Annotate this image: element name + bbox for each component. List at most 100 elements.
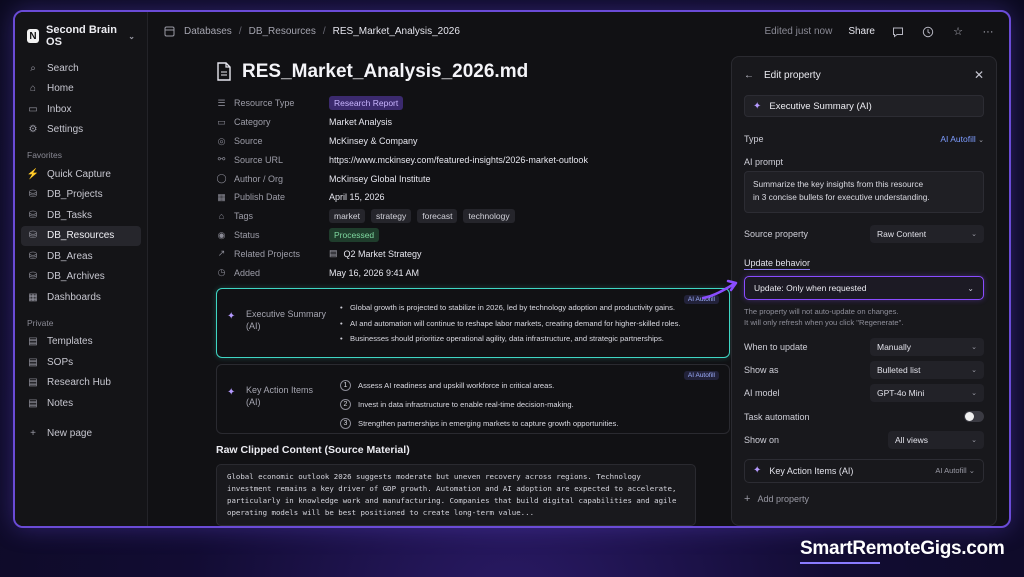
panel-title: Edit property xyxy=(764,69,821,81)
workspace-switcher[interactable]: N Second Brain OS ⌄ xyxy=(15,22,147,58)
sidebar-item-label: Notes xyxy=(47,397,74,409)
ai-model-select[interactable]: GPT-4o Mini ⌄ xyxy=(870,383,984,402)
private-label: Private xyxy=(27,317,54,328)
prop-category[interactable]: ▭ Category Market Analysis xyxy=(216,113,730,132)
sidebar-item-db-archives[interactable]: ⛁ DB_Archives xyxy=(15,267,147,288)
breadcrumb: Databases / DB_Resources / RES_Market_An… xyxy=(162,25,460,39)
breadcrumb-databases[interactable]: Databases xyxy=(184,26,232,37)
share-button[interactable]: Share xyxy=(848,26,875,37)
prop-publish-date[interactable]: ▦ Publish Date April 15, 2026 xyxy=(216,188,730,207)
sidebar-item-research-hub[interactable]: ▤ Research Hub xyxy=(15,373,147,394)
sidebar-item-db-tasks[interactable]: ⛁ DB_Tasks xyxy=(15,205,147,226)
prop-author[interactable]: ◯ Author / Org McKinsey Global Institute xyxy=(216,169,730,188)
exec-summary-label: Executive Summary (AI) xyxy=(246,309,327,332)
prop-added[interactable]: ◷ Added May 16, 2026 9:41 AM xyxy=(216,263,730,282)
sidebar-item-db-projects[interactable]: ⛁ DB_Projects xyxy=(15,185,147,206)
workspace-name: Second Brain OS xyxy=(46,24,117,48)
prop-label: Author / Org xyxy=(234,173,284,184)
chevron-down-icon: ⌄ xyxy=(967,283,974,293)
source-url-link[interactable]: https://www.mckinsey.com/featured-insigh… xyxy=(329,155,588,165)
chevron-down-icon: ⌄ xyxy=(128,31,135,41)
raw-line: operating models will be best positioned… xyxy=(227,508,535,518)
ai-model-row: AI model GPT-4o Mini ⌄ xyxy=(744,383,984,402)
dashboard-icon: ▦ xyxy=(28,291,38,303)
prop-label: Status xyxy=(234,230,260,241)
sparkle-icon: ✦ xyxy=(753,100,762,112)
prop-source[interactable]: ◎ Source McKinsey & Company xyxy=(216,132,730,151)
sidebar-item-quick-capture[interactable]: ⚡ Quick Capture xyxy=(15,164,147,185)
new-page-button[interactable]: + New page xyxy=(15,424,147,445)
close-icon[interactable]: ✕ xyxy=(974,68,984,82)
sidebar-item-search[interactable]: ⌕ Search xyxy=(15,58,147,79)
sidebar-item-label: Settings xyxy=(47,124,84,136)
main-area: Databases / DB_Resources / RES_Market_An… xyxy=(148,12,1009,526)
ai-prompt-label: AI prompt xyxy=(744,157,784,167)
database-icon: ⛁ xyxy=(28,271,38,283)
sidebar-item-notes[interactable]: ▤ Notes xyxy=(15,393,147,414)
sidebar-item-home[interactable]: ⌂ Home xyxy=(15,79,147,100)
source-property-row: Source property Raw Content ⌄ xyxy=(744,225,984,243)
when-to-update-label: When to update xyxy=(744,341,808,352)
database-icon: ⛁ xyxy=(28,209,38,221)
property-name-value: Executive Summary (AI) xyxy=(769,100,872,112)
sidebar-item-db-resources[interactable]: ⛁ DB_Resources xyxy=(21,225,141,246)
prop-label: Related Projects xyxy=(234,248,301,259)
sidebar-item-inbox[interactable]: ▭ Inbox xyxy=(15,99,147,120)
breadcrumb-db-resources[interactable]: DB_Resources xyxy=(249,26,316,37)
key-actions-property[interactable]: AI Autofill ✦ Key Action Items (AI) 1 Asse… xyxy=(216,364,730,435)
person-icon: ◯ xyxy=(216,173,227,184)
property-name-input[interactable]: ✦ Executive Summary (AI) xyxy=(744,95,984,117)
sidebar-item-label: DB_Archives xyxy=(47,271,105,283)
show-as-select[interactable]: Bulleted list ⌄ xyxy=(870,360,984,379)
list-item: 3 Strengthen partnerships in emerging mar… xyxy=(340,418,618,430)
bolt-icon: ⚡ xyxy=(26,168,40,180)
more-icon[interactable]: ··· xyxy=(981,25,995,39)
sidebar-item-dashboards[interactable]: ▦ Dashboards xyxy=(15,287,147,308)
raw-content-block[interactable]: Global economic outlook 2026 suggests mo… xyxy=(216,464,696,526)
status-badge: Processed xyxy=(329,228,380,243)
breadcrumb-current-page[interactable]: RES_Market_Analysis_2026 xyxy=(333,26,460,37)
sidebar-item-db-areas[interactable]: ⛁ DB_Areas xyxy=(15,246,147,267)
source-property-select[interactable]: Raw Content ⌄ xyxy=(870,225,984,243)
show-on-row: Show on All views ⌄ xyxy=(744,430,984,449)
sidebar-item-settings[interactable]: ⚙ Settings xyxy=(15,120,147,141)
exec-summary-bullets: • Global growth is projected to stabilize… xyxy=(340,299,681,349)
prop-tags[interactable]: ⌂ Tags market strategy forecast technolog… xyxy=(216,207,730,226)
history-icon[interactable] xyxy=(921,25,935,39)
brand-watermark: SmartRemoteGigs.com xyxy=(800,538,1005,564)
sidebar-item-sops[interactable]: ▤ SOPs xyxy=(15,352,147,373)
prop-status[interactable]: ◉ Status Processed xyxy=(216,226,730,245)
type-select[interactable]: AI Autofill ⌄ xyxy=(940,134,984,144)
tag-pill: strategy xyxy=(370,209,412,224)
type-row[interactable]: Type AI Autofill ⌄ xyxy=(744,131,984,147)
when-to-update-select[interactable]: Manually ⌄ xyxy=(870,337,984,356)
sidebar-item-label: SOPs xyxy=(47,356,74,368)
tag-pill: technology xyxy=(463,209,515,224)
prop-resource-type[interactable]: ☰ Resource Type Research Report xyxy=(216,94,730,113)
prop-source-url[interactable]: ⚯ Source URL https://www.mckinsey.com/fea… xyxy=(216,150,730,169)
prop-label: Added xyxy=(234,267,261,278)
update-behavior-select[interactable]: Update: Only when requested ⌄ xyxy=(744,276,984,300)
source-property-label: Source property xyxy=(744,229,809,239)
home-icon: ⌂ xyxy=(29,83,37,95)
star-icon[interactable]: ☆ xyxy=(951,25,965,39)
prop-related-projects[interactable]: ↗ Related Projects ▤ Q2 Market Strategy xyxy=(216,244,730,263)
file-icon xyxy=(216,62,234,82)
page-title-text[interactable]: RES_Market_Analysis_2026.md xyxy=(242,61,528,83)
exec-summary-property[interactable]: AI Autofill ✦ Executive Summary (AI) • Glo… xyxy=(216,288,730,359)
list-icon: ☰ xyxy=(217,97,226,108)
back-arrow-icon[interactable]: ← xyxy=(744,70,754,81)
ai-prompt-textarea[interactable]: Summarize the key insights from this res… xyxy=(744,171,984,213)
show-on-select[interactable]: All views ⌄ xyxy=(888,430,984,449)
sidebar-item-templates[interactable]: ▤ Templates xyxy=(15,332,147,353)
related-project-link[interactable]: Q2 Market Strategy xyxy=(344,249,422,259)
add-property-button[interactable]: + Add property xyxy=(744,493,984,505)
other-property-key-actions[interactable]: ✦ Key Action Items (AI) AI Autofill ⌄ xyxy=(744,458,984,483)
comment-icon[interactable] xyxy=(891,25,905,39)
list-item: 2 Invest in data infrastructure to enable… xyxy=(340,399,618,411)
prop-label: Publish Date xyxy=(234,192,286,203)
update-behavior-note: The property will not auto-update on cha… xyxy=(744,307,904,328)
show-as-row: Show as Bulleted list ⌄ xyxy=(744,360,984,379)
inbox-icon: ▭ xyxy=(28,103,38,115)
task-automation-toggle[interactable] xyxy=(964,411,984,423)
